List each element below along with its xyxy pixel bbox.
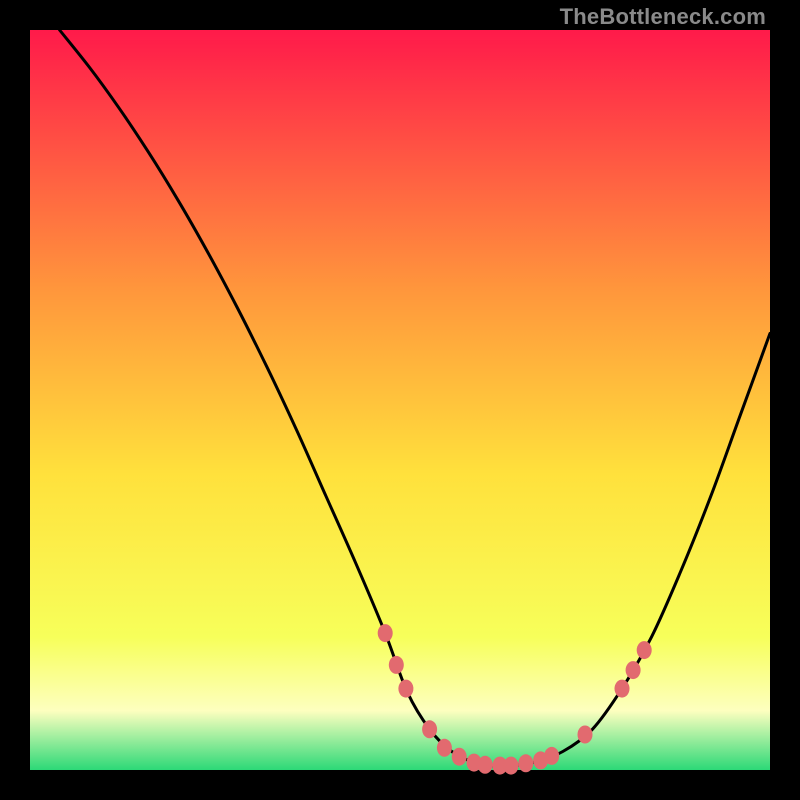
curve-markers-group — [378, 624, 652, 775]
curve-marker — [626, 661, 641, 679]
curve-marker — [398, 680, 413, 698]
curve-marker — [422, 720, 437, 738]
curve-marker — [544, 747, 559, 765]
curve-marker — [478, 756, 493, 774]
curve-marker — [389, 656, 404, 674]
curve-marker — [452, 748, 467, 766]
bottleneck-curve — [60, 30, 770, 766]
chart-plot-area — [30, 30, 770, 770]
curve-marker — [615, 680, 630, 698]
chart-overlay — [30, 30, 770, 770]
attribution-label: TheBottleneck.com — [560, 4, 766, 30]
curve-marker — [637, 641, 652, 659]
curve-marker — [578, 726, 593, 744]
curve-marker — [504, 757, 519, 775]
curve-marker — [378, 624, 393, 642]
curve-marker — [518, 754, 533, 772]
curve-marker — [437, 739, 452, 757]
